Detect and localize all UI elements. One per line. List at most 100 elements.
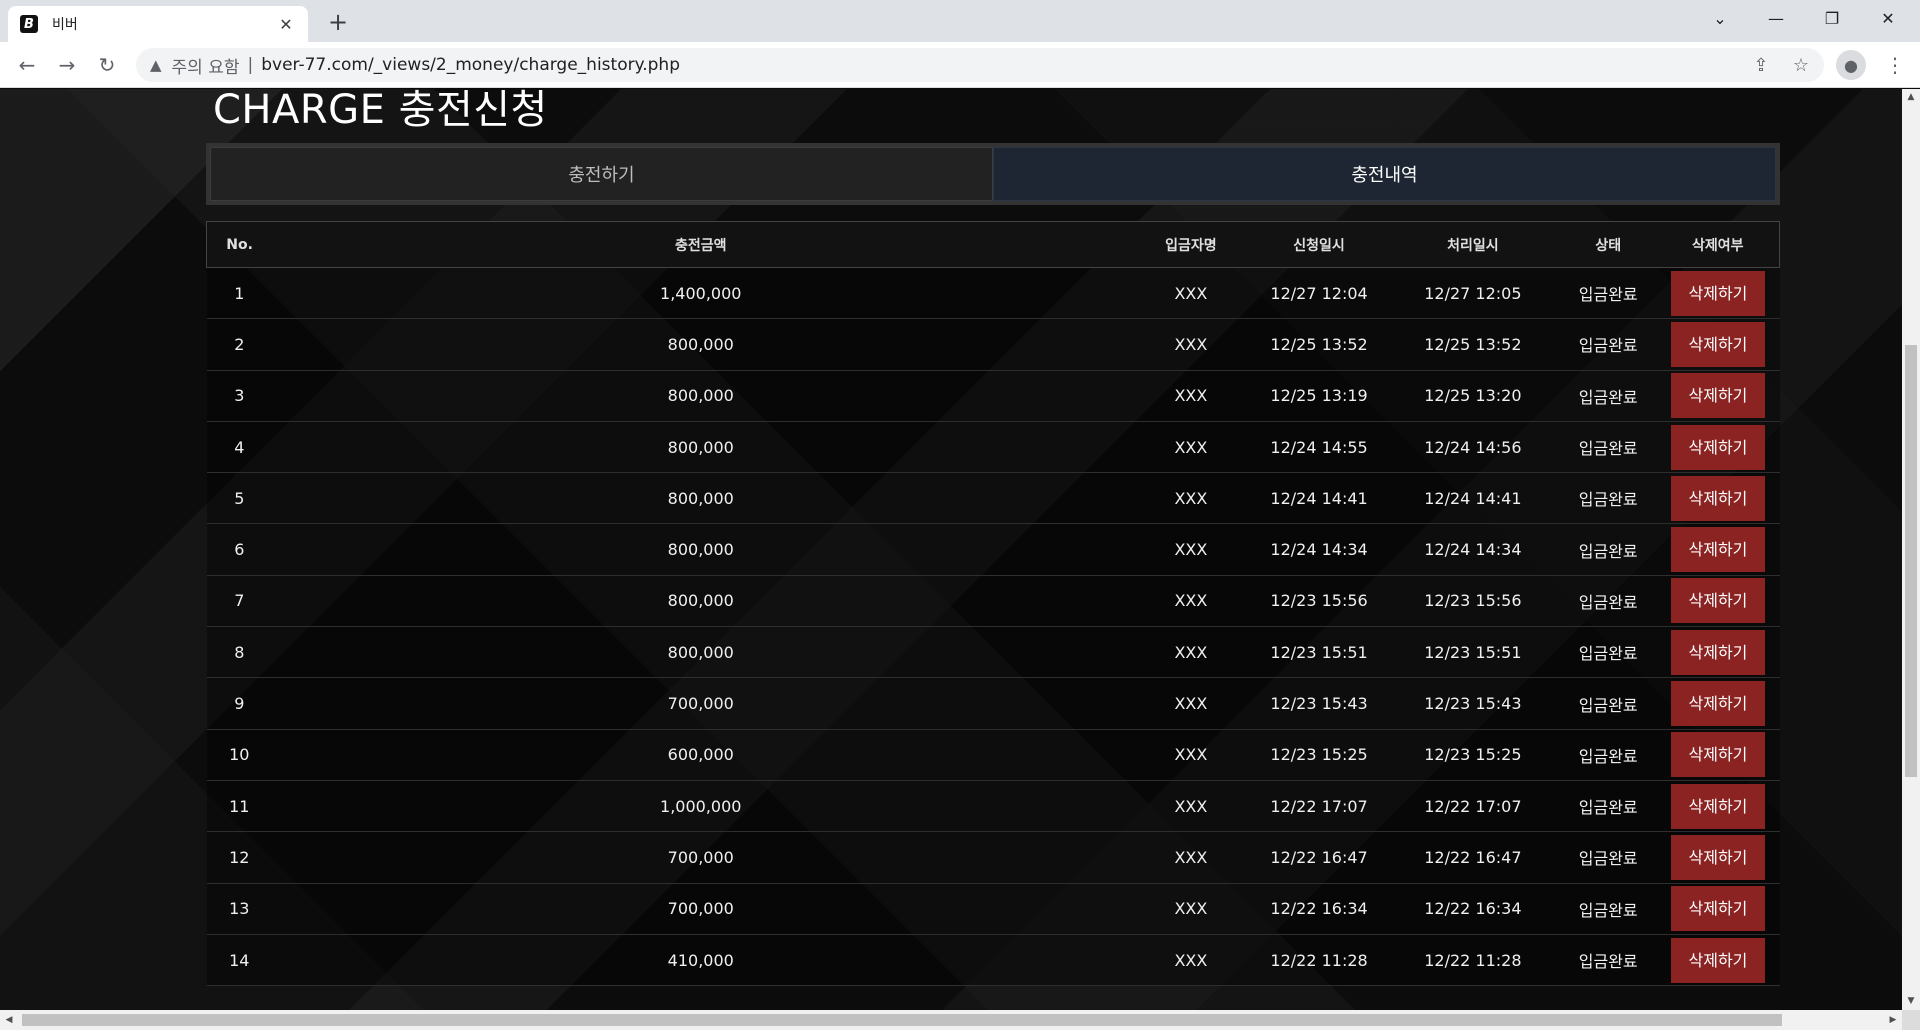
cell-delete: 삭제하기	[1656, 729, 1780, 781]
delete-button[interactable]: 삭제하기	[1670, 681, 1765, 727]
cell-no: 2	[206, 318, 273, 371]
delete-button[interactable]: 삭제하기	[1670, 373, 1765, 419]
cell-processed: 12/23 15:51	[1385, 626, 1561, 679]
share-icon[interactable]: ⇪	[1746, 50, 1776, 80]
cell-processed: 12/23 15:56	[1385, 575, 1561, 628]
back-icon[interactable]: ←	[12, 50, 42, 80]
vertical-scroll-thumb[interactable]	[1905, 345, 1917, 777]
tab-search-icon[interactable]: ⌄	[1692, 0, 1748, 36]
delete-button[interactable]: 삭제하기	[1670, 578, 1765, 624]
cell-status: 입금완료	[1560, 523, 1657, 576]
horizontal-scrollbar[interactable]: ◀ ▶	[0, 1010, 1902, 1030]
cell-status: 입금완료	[1560, 934, 1657, 987]
cell-processed: 12/27 12:05	[1385, 267, 1561, 320]
browser-tabstrip: B 비버 ✕ + ⌄ — ❐ ✕	[0, 0, 1920, 42]
browser-menu-icon[interactable]: ⋮	[1880, 50, 1910, 80]
minimize-icon[interactable]: —	[1748, 0, 1804, 36]
header-depositor: 입금자명	[1129, 221, 1253, 268]
cell-delete: 삭제하기	[1656, 883, 1780, 935]
cell-no: 11	[206, 780, 273, 833]
delete-button[interactable]: 삭제하기	[1670, 424, 1765, 470]
table-row: 13 700,000 XXX 12/22 16:34 12/22 16:34 입금완료 삭제…	[206, 883, 1780, 935]
delete-button[interactable]: 삭제하기	[1670, 527, 1765, 573]
forward-icon[interactable]: →	[52, 50, 82, 80]
cell-no: 4	[206, 421, 273, 474]
address-bar[interactable]: ▲ 주의 요함 | bver-77.com/_views/2_money/cha…	[136, 48, 1824, 82]
table-row: 11 1,000,000 XXX 12/22 17:07 12/22 17:07 입금완료…	[206, 780, 1780, 833]
cell-requested: 12/23 15:43	[1252, 677, 1386, 730]
scrollbar-corner	[1902, 1010, 1920, 1030]
cell-no: 6	[206, 523, 273, 576]
cell-delete: 삭제하기	[1656, 780, 1780, 833]
cell-amount: 410,000	[272, 934, 1130, 987]
delete-button[interactable]: 삭제하기	[1670, 270, 1765, 316]
tab-close-icon[interactable]: ✕	[276, 15, 296, 34]
charge-tabs: 충전하기 충전내역	[206, 143, 1780, 205]
delete-button[interactable]: 삭제하기	[1670, 629, 1765, 675]
page-title: CHARGE 충전신청	[213, 89, 548, 133]
delete-button[interactable]: 삭제하기	[1670, 886, 1765, 932]
delete-button[interactable]: 삭제하기	[1670, 783, 1765, 829]
header-requested: 신청일시	[1252, 221, 1386, 268]
cell-requested: 12/23 15:25	[1252, 729, 1386, 781]
vertical-scrollbar[interactable]: ▲ ▼	[1902, 89, 1920, 1010]
separator: |	[247, 55, 254, 75]
security-label[interactable]: 주의 요함	[172, 53, 240, 78]
restore-icon[interactable]: ❐	[1804, 0, 1860, 36]
cell-processed: 12/24 14:56	[1385, 421, 1561, 474]
header-delete: 삭제여부	[1656, 221, 1781, 268]
cell-status: 입금완료	[1560, 575, 1657, 628]
cell-processed: 12/24 14:34	[1385, 523, 1561, 576]
cell-depositor: XXX	[1129, 626, 1253, 679]
cell-delete: 삭제하기	[1656, 267, 1780, 320]
url-text[interactable]: bver-77.com/_views/2_money/charge_histor…	[261, 55, 680, 75]
site-favicon-icon: B	[20, 15, 38, 33]
delete-button[interactable]: 삭제하기	[1670, 834, 1765, 880]
scroll-down-icon[interactable]: ▼	[1902, 993, 1920, 1010]
cell-processed: 12/23 15:43	[1385, 677, 1561, 730]
tab-title: 비버	[52, 17, 78, 33]
cell-delete: 삭제하기	[1656, 677, 1780, 730]
cell-depositor: XXX	[1129, 729, 1253, 781]
cell-status: 입금완료	[1560, 267, 1657, 320]
cell-delete: 삭제하기	[1656, 523, 1780, 576]
cell-depositor: XXX	[1129, 831, 1253, 884]
cell-amount: 800,000	[272, 318, 1130, 371]
scroll-up-icon[interactable]: ▲	[1902, 89, 1920, 106]
delete-button[interactable]: 삭제하기	[1670, 732, 1765, 778]
browser-tab[interactable]: B 비버 ✕	[8, 6, 308, 42]
warning-icon[interactable]: ▲	[150, 56, 162, 74]
scroll-left-icon[interactable]: ◀	[0, 1010, 18, 1030]
cell-amount: 800,000	[272, 472, 1130, 525]
browser-toolbar: ← → ↻ ▲ 주의 요함 | bver-77.com/_views/2_mon…	[0, 42, 1920, 88]
tab-charge[interactable]: 충전하기	[210, 147, 993, 201]
cell-requested: 12/27 12:04	[1252, 267, 1386, 320]
header-processed: 처리일시	[1385, 221, 1561, 268]
new-tab-icon[interactable]: +	[324, 8, 352, 36]
table-row: 12 700,000 XXX 12/22 16:47 12/22 16:47 입금완료 삭제…	[206, 831, 1780, 884]
delete-button[interactable]: 삭제하기	[1670, 937, 1765, 983]
table-row: 4 800,000 XXX 12/24 14:55 12/24 14:56 입금완료 삭제하…	[206, 421, 1780, 474]
delete-button[interactable]: 삭제하기	[1670, 475, 1765, 521]
scroll-right-icon[interactable]: ▶	[1884, 1010, 1902, 1030]
close-window-icon[interactable]: ✕	[1860, 0, 1916, 36]
horizontal-scroll-thumb[interactable]	[22, 1014, 1782, 1026]
cell-amount: 1,400,000	[272, 267, 1130, 320]
bookmark-star-icon[interactable]: ☆	[1786, 50, 1816, 80]
reload-icon[interactable]: ↻	[92, 50, 122, 80]
cell-amount: 800,000	[272, 523, 1130, 576]
cell-depositor: XXX	[1129, 780, 1253, 833]
tab-charge-history[interactable]: 충전내역	[993, 147, 1776, 201]
profile-avatar-icon[interactable]: ●	[1836, 50, 1866, 80]
table-row: 2 800,000 XXX 12/25 13:52 12/25 13:52 입금완료 삭제하…	[206, 318, 1780, 371]
cell-depositor: XXX	[1129, 421, 1253, 474]
cell-requested: 12/23 15:51	[1252, 626, 1386, 679]
cell-status: 입금완료	[1560, 780, 1657, 833]
cell-no: 1	[206, 267, 273, 320]
delete-button[interactable]: 삭제하기	[1670, 321, 1765, 367]
cell-requested: 12/22 11:28	[1252, 934, 1386, 987]
cell-no: 5	[206, 472, 273, 525]
cell-no: 7	[206, 575, 273, 628]
cell-processed: 12/22 16:34	[1385, 883, 1561, 935]
cell-depositor: XXX	[1129, 883, 1253, 935]
